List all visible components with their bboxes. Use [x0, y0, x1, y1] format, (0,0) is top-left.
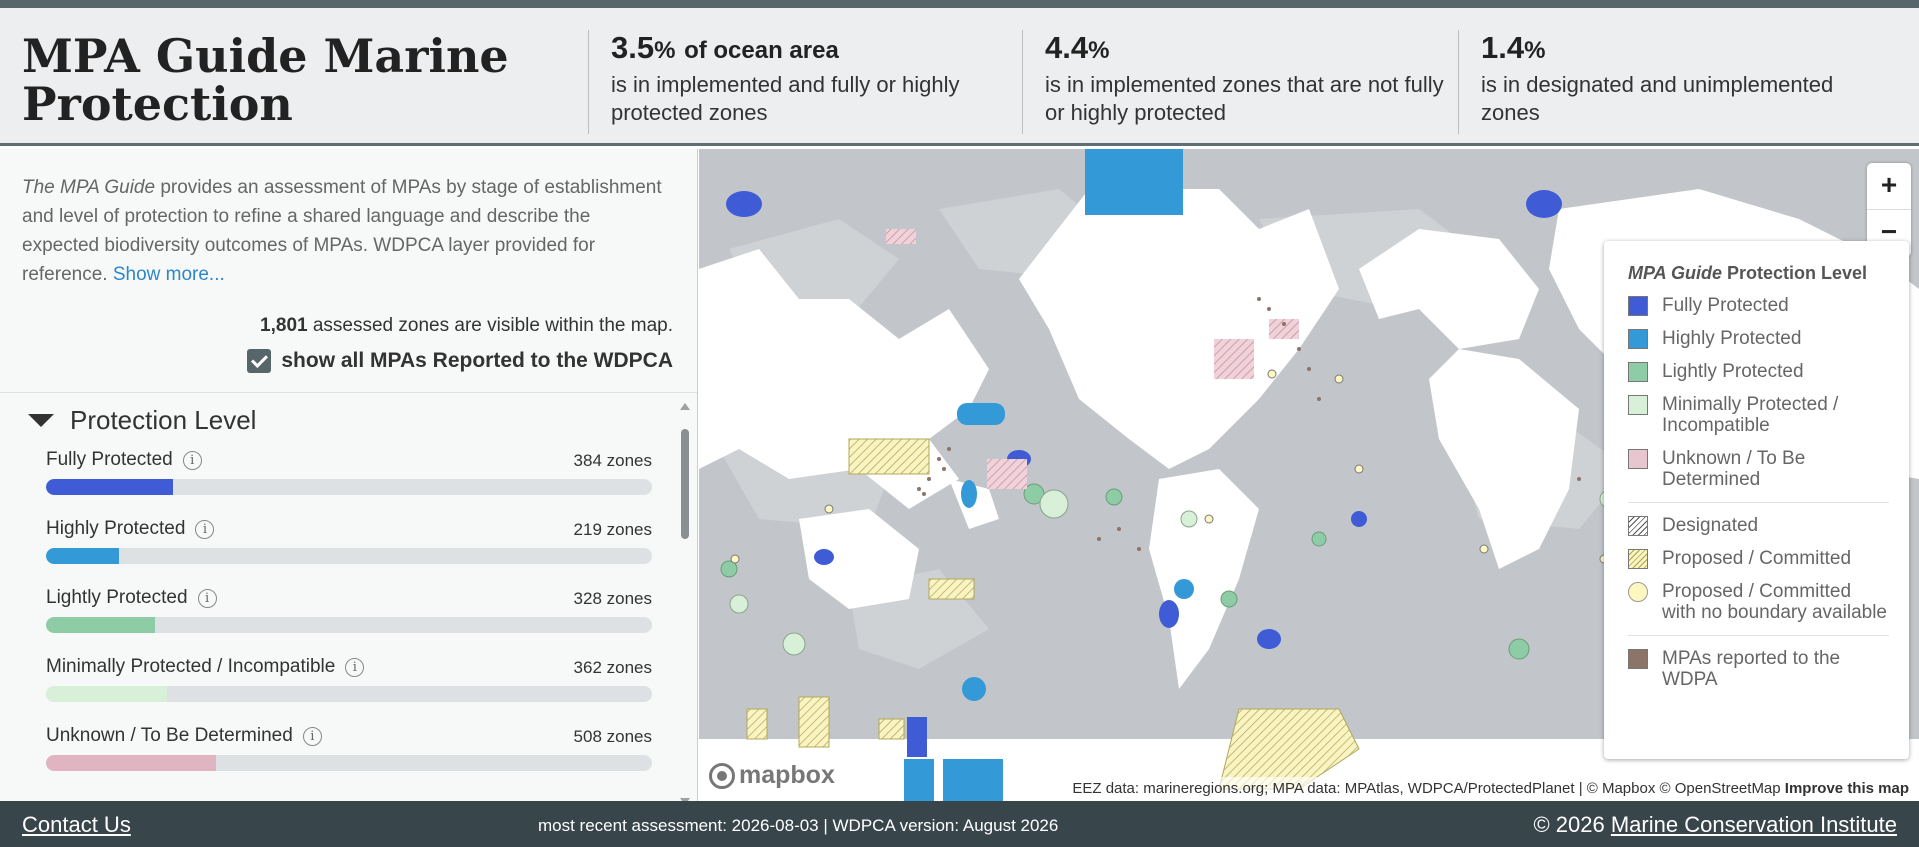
level-bar: [46, 617, 652, 633]
level-bar-fill: [46, 548, 119, 564]
legend-swatch: [1628, 649, 1648, 669]
scroll-up-arrow-icon[interactable]: [680, 403, 690, 410]
info-icon[interactable]: i: [182, 450, 202, 470]
level-highly-protected[interactable]: Highly Protected i 219 zones: [46, 514, 652, 583]
legend-item-proposed: Proposed / Committed: [1628, 548, 1889, 569]
legend-title: MPA Guide Protection Level: [1628, 263, 1868, 283]
circle-swatch: [1628, 582, 1648, 602]
level-minimally-protected[interactable]: Minimally Protected / Incompatible i 362 …: [46, 652, 652, 721]
stat-description: is in designated and unimplemented zones: [1481, 72, 1834, 125]
level-count: 219 zones: [573, 520, 652, 539]
map-attribution: EEZ data: marineregions.org; MPA data: M…: [1062, 777, 1919, 801]
show-more-link[interactable]: Show more...: [113, 264, 225, 285]
level-count: 508 zones: [573, 727, 652, 746]
level-bar-fill: [46, 755, 216, 771]
collapse-triangle-icon: [28, 414, 54, 427]
legend-item: Highly Protected: [1628, 328, 1889, 349]
legend-item-designated: Designated: [1628, 515, 1889, 536]
visible-zones-count: 1,801 assessed zones are visible within …: [260, 315, 673, 336]
info-icon[interactable]: i: [195, 519, 215, 539]
level-bar: [46, 479, 652, 495]
level-bar-fill: [46, 479, 174, 495]
zoom-in-button[interactable]: +: [1867, 163, 1911, 209]
level-label: Highly Protected: [46, 518, 186, 539]
level-bar: [46, 755, 652, 771]
protection-level-toggle[interactable]: Protection Level: [28, 405, 256, 436]
mapbox-icon: [709, 762, 735, 789]
wdpca-toggle[interactable]: show all MPAs Reported to the WDPCA: [247, 349, 673, 373]
legend-swatch: [1628, 395, 1648, 415]
level-label: Fully Protected: [46, 449, 173, 470]
stat-description: is in implemented zones that are not ful…: [1045, 72, 1444, 125]
level-label: Unknown / To Be Determined: [46, 725, 293, 746]
contact-us-link[interactable]: Contact Us: [22, 812, 131, 838]
map-legend: MPA Guide Protection Level Fully Protect…: [1604, 241, 1909, 759]
footer: Contact Us most recent assessment: 2026-…: [0, 801, 1919, 847]
info-icon[interactable]: i: [345, 657, 365, 677]
stat-value: 1.4%: [1481, 30, 1546, 65]
sidebar-scrollbar[interactable]: [678, 399, 690, 801]
level-count: 384 zones: [573, 451, 652, 470]
legend-item: Lightly Protected: [1628, 361, 1889, 382]
protection-level-list: Fully Protected i 384 zones Highly Protec…: [46, 445, 652, 790]
wdpca-checkbox[interactable]: [247, 349, 272, 373]
level-label: Lightly Protected: [46, 587, 188, 608]
info-icon[interactable]: i: [197, 588, 217, 608]
page-title: MPA Guide Marine Protection: [22, 29, 509, 131]
stat-value: 3.5% of ocean area: [611, 30, 839, 65]
legend-item: Unknown / To Be Determined: [1628, 448, 1889, 490]
top-accent-bar: [0, 0, 1919, 8]
level-label: Minimally Protected / Incompatible: [46, 656, 336, 677]
org-link[interactable]: Marine Conservation Institute: [1611, 812, 1897, 837]
legend-swatch: [1628, 296, 1648, 316]
level-bar-fill: [46, 686, 168, 702]
world-map[interactable]: + − MPA Guide Protection Level Fully Pro…: [699, 149, 1919, 801]
intro-text: The MPA Guide provides an assessment of …: [22, 177, 662, 285]
level-count: 362 zones: [573, 658, 652, 677]
legend-divider: [1628, 502, 1889, 503]
level-fully-protected[interactable]: Fully Protected i 384 zones: [46, 445, 652, 514]
info-icon[interactable]: i: [302, 726, 322, 746]
assessment-meta: most recent assessment: 2026-08-03 | WDP…: [538, 816, 1059, 835]
improve-map-link[interactable]: Improve this map: [1785, 780, 1909, 797]
legend-item: Minimally Protected / Incompatible: [1628, 394, 1889, 436]
sidebar: The MPA Guide provides an assessment of …: [0, 149, 698, 801]
legend-item-proposed-no-boundary: Proposed / Committed with no boundary av…: [1628, 581, 1889, 623]
stat-not-fully-highly-protected: 4.4% is in implemented zones that are no…: [1022, 30, 1458, 134]
stat-designated-unimplemented: 1.4% is in designated and unimplemented …: [1458, 30, 1898, 134]
legend-divider: [1628, 635, 1889, 636]
stat-value: 4.4%: [1045, 30, 1110, 65]
scroll-thumb[interactable]: [681, 429, 689, 539]
level-unknown[interactable]: Unknown / To Be Determined i 508 zones: [46, 721, 652, 790]
hatch-swatch: [1628, 516, 1648, 536]
stat-description: is in implemented and fully or highly pr…: [611, 72, 960, 125]
level-bar-fill: [46, 617, 156, 633]
copyright: © 2026 Marine Conservation Institute: [1533, 812, 1897, 837]
legend-swatch: [1628, 329, 1648, 349]
divider: [0, 392, 697, 393]
legend-item: Fully Protected: [1628, 295, 1889, 316]
level-count: 328 zones: [573, 589, 652, 608]
stat-fully-highly-protected: 3.5% of ocean area is in implemented and…: [588, 30, 1023, 134]
mapbox-logo[interactable]: mapbox: [709, 761, 835, 790]
legend-swatch: [1628, 449, 1648, 469]
legend-swatch: [1628, 362, 1648, 382]
level-lightly-protected[interactable]: Lightly Protected i 328 zones: [46, 583, 652, 652]
level-bar: [46, 548, 652, 564]
page-header: MPA Guide Marine Protection 3.5% of ocea…: [0, 8, 1919, 146]
hatch-yellow-swatch: [1628, 549, 1648, 569]
legend-item-wdpa: MPAs reported to the WDPA: [1628, 648, 1889, 690]
level-bar: [46, 686, 652, 702]
